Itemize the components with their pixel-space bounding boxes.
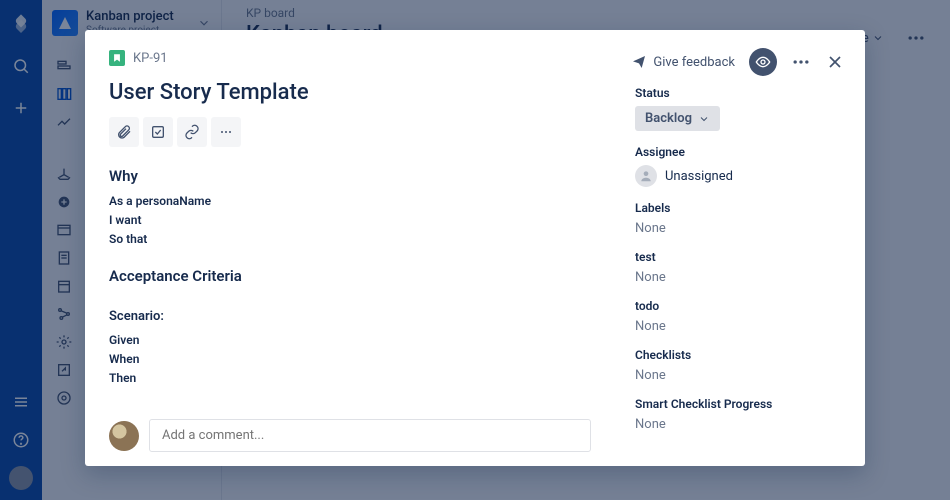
scenario-heading: Scenario: bbox=[109, 307, 591, 327]
assignee-label: Assignee bbox=[635, 145, 845, 159]
labels-value[interactable]: None bbox=[635, 221, 845, 236]
todo-label: todo bbox=[635, 299, 845, 313]
smart-checklist-label: Smart Checklist Progress bbox=[635, 397, 845, 411]
attach-button[interactable] bbox=[109, 117, 139, 147]
test-label: test bbox=[635, 250, 845, 264]
why-heading: Why bbox=[109, 165, 591, 188]
status-dropdown[interactable]: Backlog bbox=[635, 106, 720, 131]
watch-button[interactable] bbox=[749, 48, 777, 76]
checklists-value[interactable]: None bbox=[635, 368, 845, 383]
subtask-button[interactable] bbox=[143, 117, 173, 147]
todo-value[interactable]: None bbox=[635, 319, 845, 334]
smart-checklist-value[interactable]: None bbox=[635, 417, 845, 432]
description[interactable]: Why As a personaName I want So that Acce… bbox=[109, 165, 591, 399]
give-feedback-button[interactable]: Give feedback bbox=[631, 54, 735, 70]
comment-input[interactable] bbox=[149, 419, 591, 452]
issue-title[interactable]: User Story Template bbox=[109, 80, 591, 105]
link-button[interactable] bbox=[177, 117, 207, 147]
issue-modal: Give feedback KP-91 User Story Template … bbox=[85, 30, 865, 466]
issue-more-icon[interactable] bbox=[791, 52, 811, 72]
ac-heading: Acceptance Criteria bbox=[109, 265, 591, 288]
unassigned-avatar-icon bbox=[635, 165, 657, 187]
labels-label: Labels bbox=[635, 201, 845, 215]
close-button[interactable] bbox=[825, 52, 845, 72]
feedback-label: Give feedback bbox=[653, 55, 735, 70]
issue-key[interactable]: KP-91 bbox=[133, 51, 168, 66]
checklists-label: Checklists bbox=[635, 348, 845, 362]
commenter-avatar bbox=[109, 421, 139, 451]
action-more-button[interactable] bbox=[211, 117, 241, 147]
status-label: Status bbox=[635, 86, 845, 100]
assignee-field[interactable]: Unassigned bbox=[635, 165, 845, 187]
test-value[interactable]: None bbox=[635, 270, 845, 285]
story-icon[interactable] bbox=[109, 50, 125, 66]
